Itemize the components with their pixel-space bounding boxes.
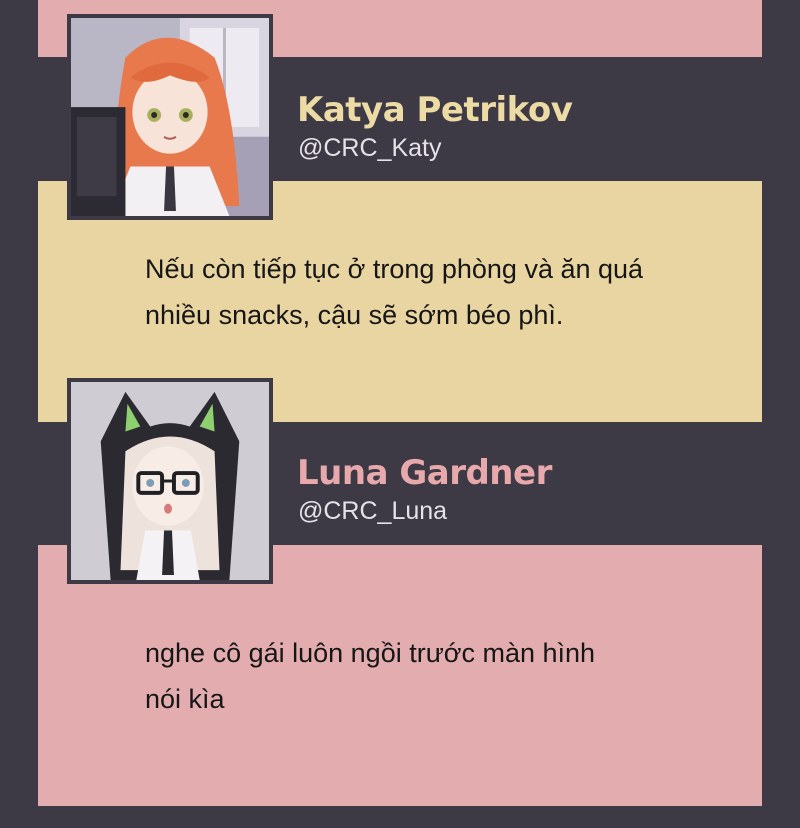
- katya-avatar: [67, 14, 273, 220]
- luna-avatar-portrait-icon: [71, 382, 269, 580]
- luna-avatar: [67, 378, 273, 584]
- katya-avatar-portrait-icon: [71, 18, 269, 216]
- message-line: nhiều snacks, cậu sẽ sớm béo phì.: [145, 300, 564, 330]
- message-line: nghe cô gái luôn ngồi trước màn hình: [145, 638, 596, 668]
- message-text: Nếu còn tiếp tục ở trong phòng và ăn quá…: [145, 246, 735, 338]
- message-line: Nếu còn tiếp tục ở trong phòng và ăn quá: [145, 254, 644, 284]
- author-handle[interactable]: @CRC_Luna: [298, 497, 447, 526]
- author-name: Luna Gardner: [297, 453, 552, 493]
- message-line: nói kìa: [145, 684, 225, 714]
- message-text: nghe cô gái luôn ngồi trước màn hình nói…: [145, 630, 735, 722]
- author-handle[interactable]: @CRC_Katy: [298, 134, 441, 163]
- author-name: Katya Petrikov: [297, 90, 573, 130]
